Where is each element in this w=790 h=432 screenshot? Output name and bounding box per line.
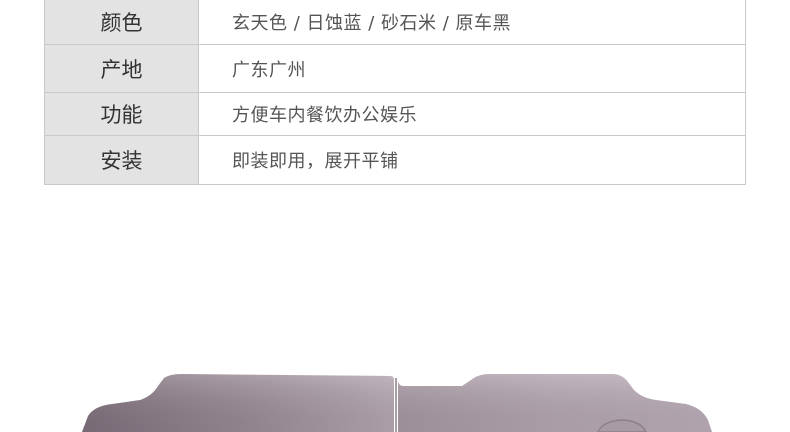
- spec-label: 安装: [44, 135, 199, 185]
- product-image-tray: [82, 374, 712, 432]
- spec-table: 颜色 玄天色 / 日蚀蓝 / 砂石米 / 原车黑 产地 广东广州 功能 方便车内…: [44, 0, 746, 185]
- spec-row-color: 颜色 玄天色 / 日蚀蓝 / 砂石米 / 原车黑: [44, 0, 746, 45]
- spec-value: 广东广州: [198, 44, 746, 93]
- spec-row-function: 功能 方便车内餐饮办公娱乐: [44, 92, 746, 136]
- tray-left-panel: [82, 374, 394, 432]
- tray-right-panel: [398, 374, 712, 432]
- spec-row-installation: 安装 即装即用，展开平铺: [44, 135, 746, 185]
- spec-value: 玄天色 / 日蚀蓝 / 砂石米 / 原车黑: [198, 0, 746, 45]
- spec-label: 产地: [44, 44, 199, 93]
- spec-label: 颜色: [44, 0, 199, 45]
- spec-value: 即装即用，展开平铺: [198, 135, 746, 185]
- spec-row-origin: 产地 广东广州: [44, 44, 746, 93]
- spec-value: 方便车内餐饮办公娱乐: [198, 92, 746, 136]
- product-detail-page: 颜色 玄天色 / 日蚀蓝 / 砂石米 / 原车黑 产地 广东广州 功能 方便车内…: [0, 0, 790, 432]
- spec-label: 功能: [44, 92, 199, 136]
